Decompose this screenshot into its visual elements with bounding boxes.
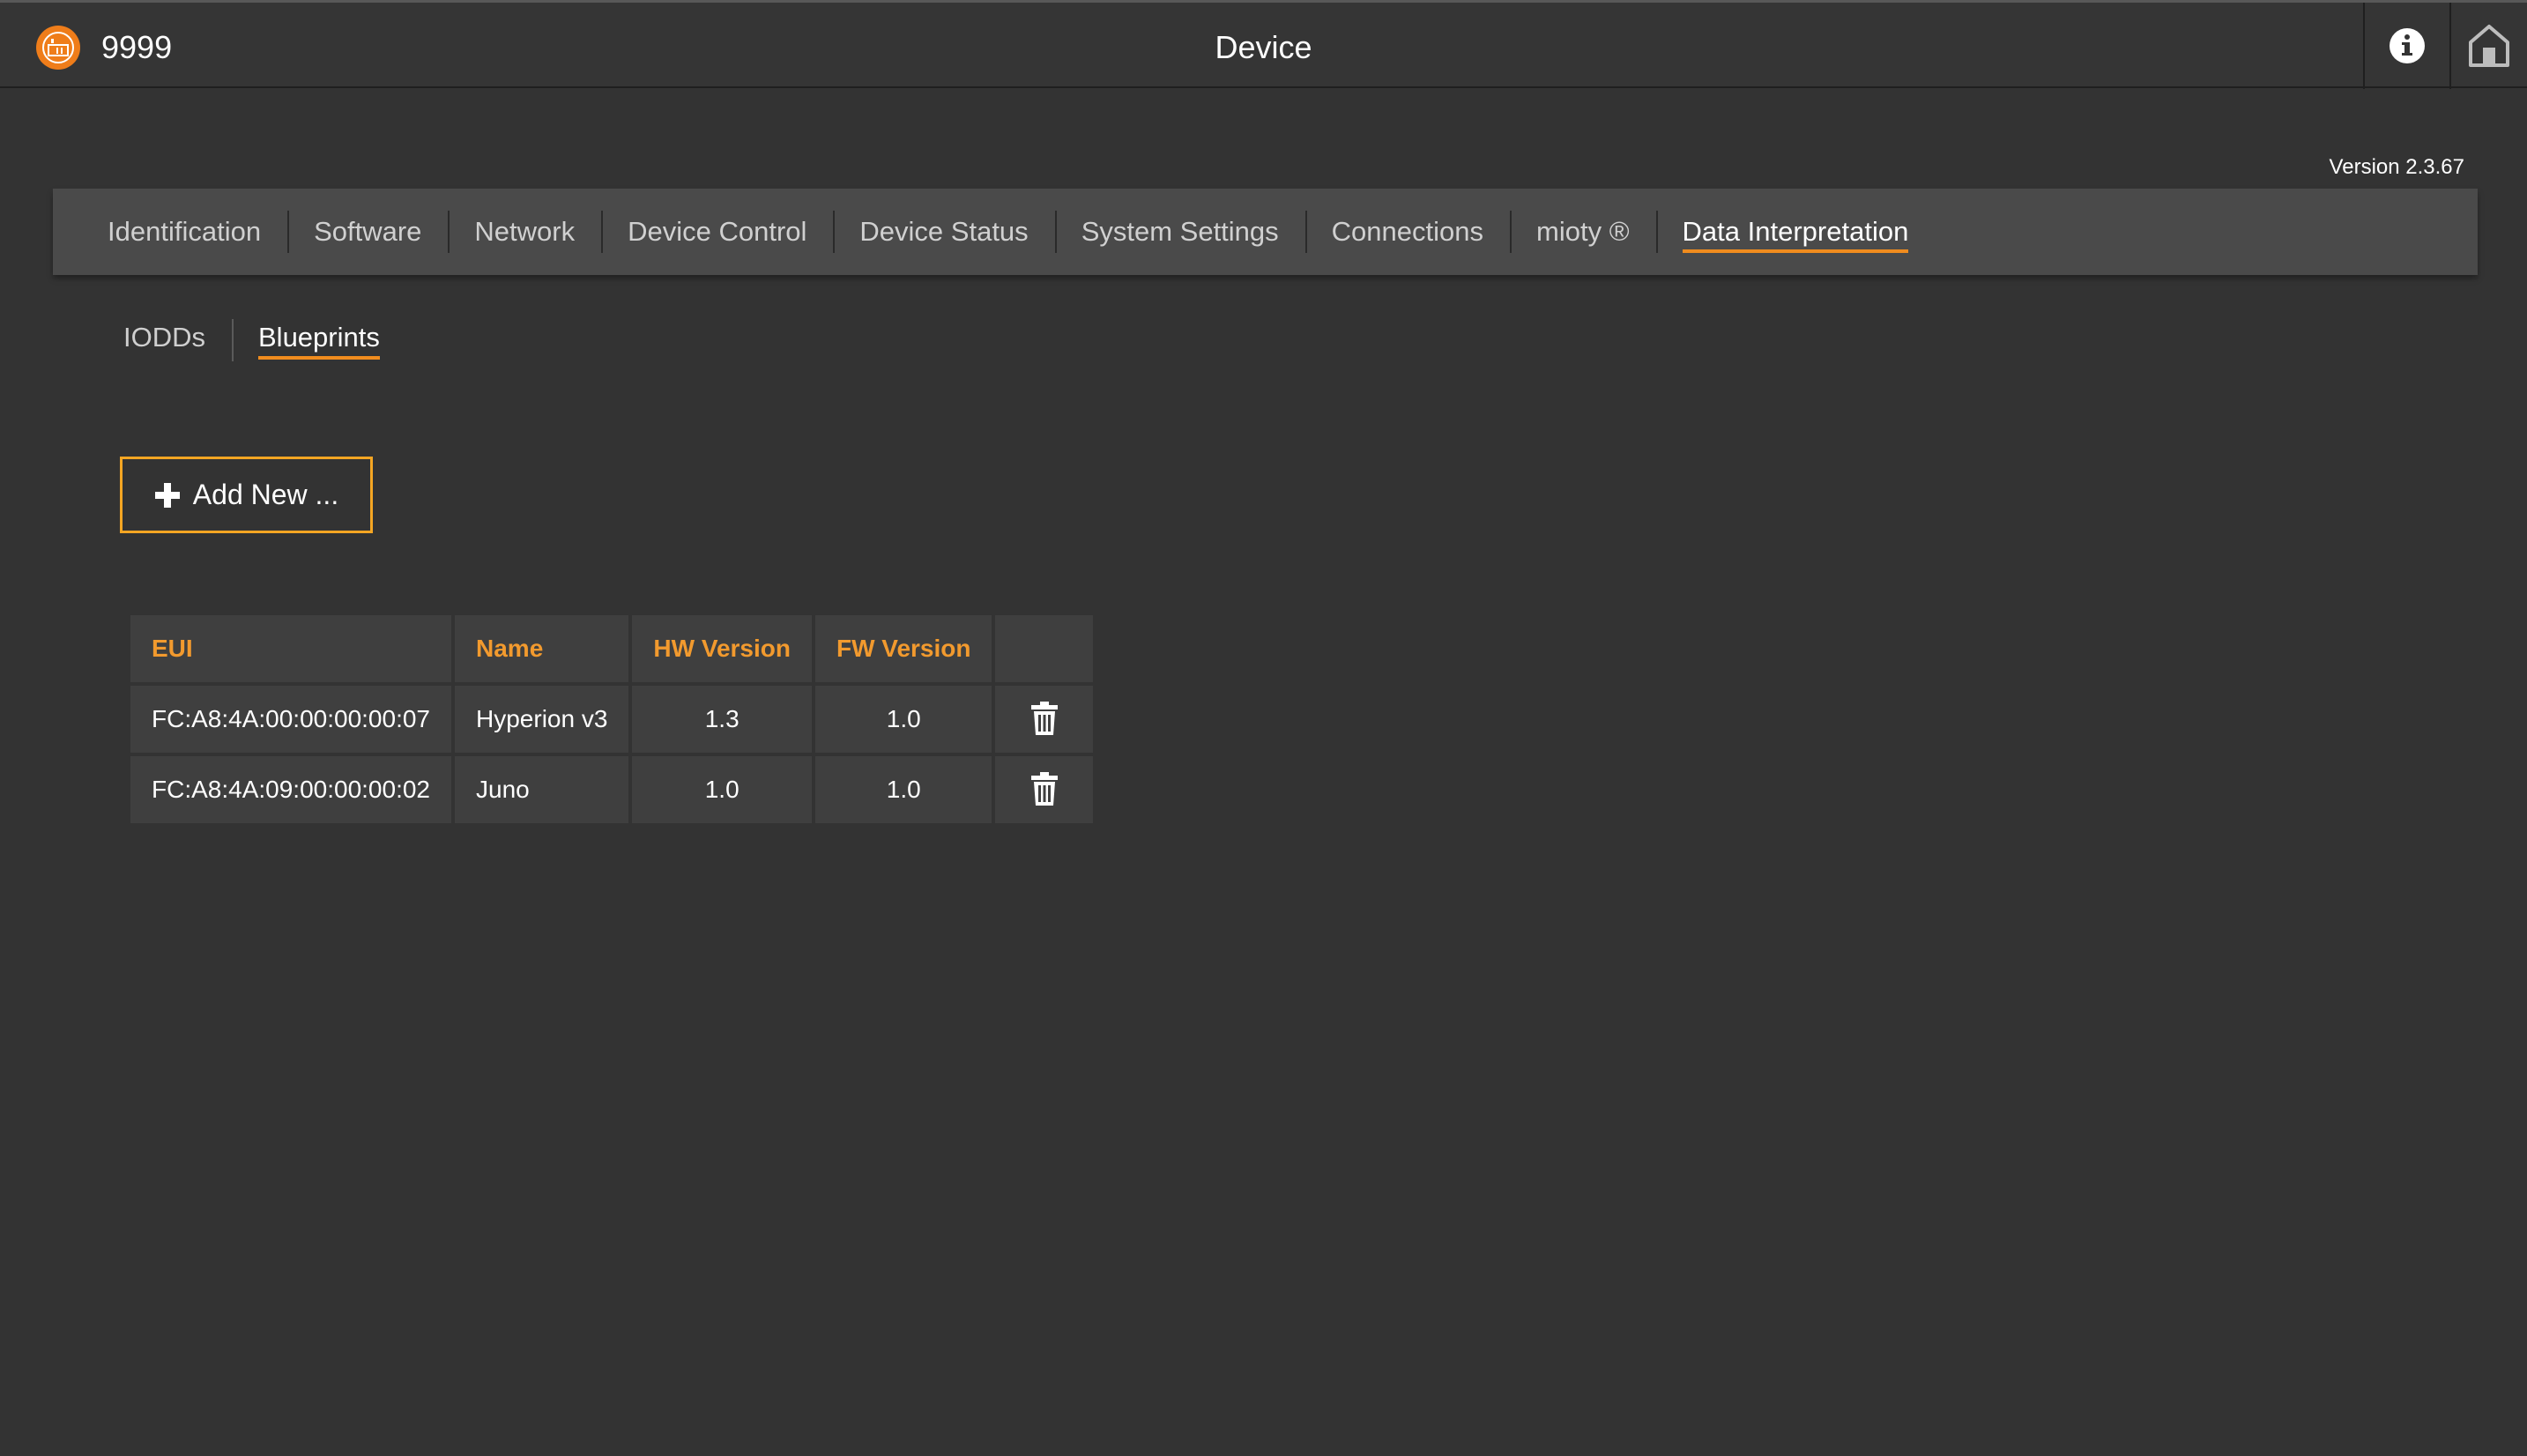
cell-fw-version: 1.0 [815,756,992,823]
subtab-blueprints[interactable]: Blueprints [232,319,406,363]
device-id: 9999 [101,29,173,65]
table-row: FC:A8:4A:00:00:00:00:07 Hyperion v3 1.3 … [130,686,1094,753]
table-header-row: EUI Name HW Version FW Version [130,615,1094,682]
table-row: FC:A8:4A:09:00:00:00:02 Juno 1.0 1.0 [130,756,1094,823]
home-button[interactable] [2449,3,2527,89]
trash-icon [1030,702,1058,735]
tab-device-status[interactable]: Device Status [833,211,1054,253]
subtab-iodds[interactable]: IODDs [97,319,232,363]
version-label: Version 2.3.67 [2329,155,2464,179]
delete-button[interactable] [1025,697,1064,739]
top-bar: 9999 Device [0,0,2527,89]
trash-icon [1030,772,1058,806]
ifm-logo-icon [36,26,80,70]
cell-actions [995,756,1094,823]
home-icon [2469,25,2509,67]
tab-data-interpretation[interactable]: Data Interpretation [1655,211,1936,253]
tab-network[interactable]: Network [448,211,601,253]
column-header-hw-version: HW Version [632,615,812,682]
cell-fw-version: 1.0 [815,686,992,753]
info-button[interactable] [2363,3,2449,89]
column-header-name: Name [455,615,629,682]
column-header-fw-version: FW Version [815,615,992,682]
add-new-button[interactable]: Add New ... [120,457,373,533]
add-new-label: Add New ... [192,479,339,510]
info-icon [2390,28,2425,63]
main-tab-bar: Identification Software Network Device C… [53,189,2478,275]
tab-connections[interactable]: Connections [1304,211,1510,253]
cell-eui: FC:A8:4A:00:00:00:00:07 [130,686,451,753]
sub-tab-bar: IODDs Blueprints [97,319,406,363]
blueprints-table: EUI Name HW Version FW Version FC:A8:4A:… [127,612,1096,827]
cell-actions [995,686,1094,753]
tab-identification[interactable]: Identification [81,211,287,253]
cell-hw-version: 1.3 [632,686,812,753]
cell-hw-version: 1.0 [632,756,812,823]
plus-icon [154,482,180,508]
tab-system-settings[interactable]: System Settings [1054,211,1305,253]
tab-device-control[interactable]: Device Control [601,211,833,253]
cell-name: Hyperion v3 [455,686,629,753]
column-header-eui: EUI [130,615,451,682]
page-title: Device [1215,29,1312,65]
tab-mioty[interactable]: mioty ® [1510,211,1656,253]
tab-software[interactable]: Software [287,211,448,253]
cell-eui: FC:A8:4A:09:00:00:00:02 [130,756,451,823]
column-header-actions [995,615,1094,682]
cell-name: Juno [455,756,629,823]
delete-button[interactable] [1025,768,1064,810]
